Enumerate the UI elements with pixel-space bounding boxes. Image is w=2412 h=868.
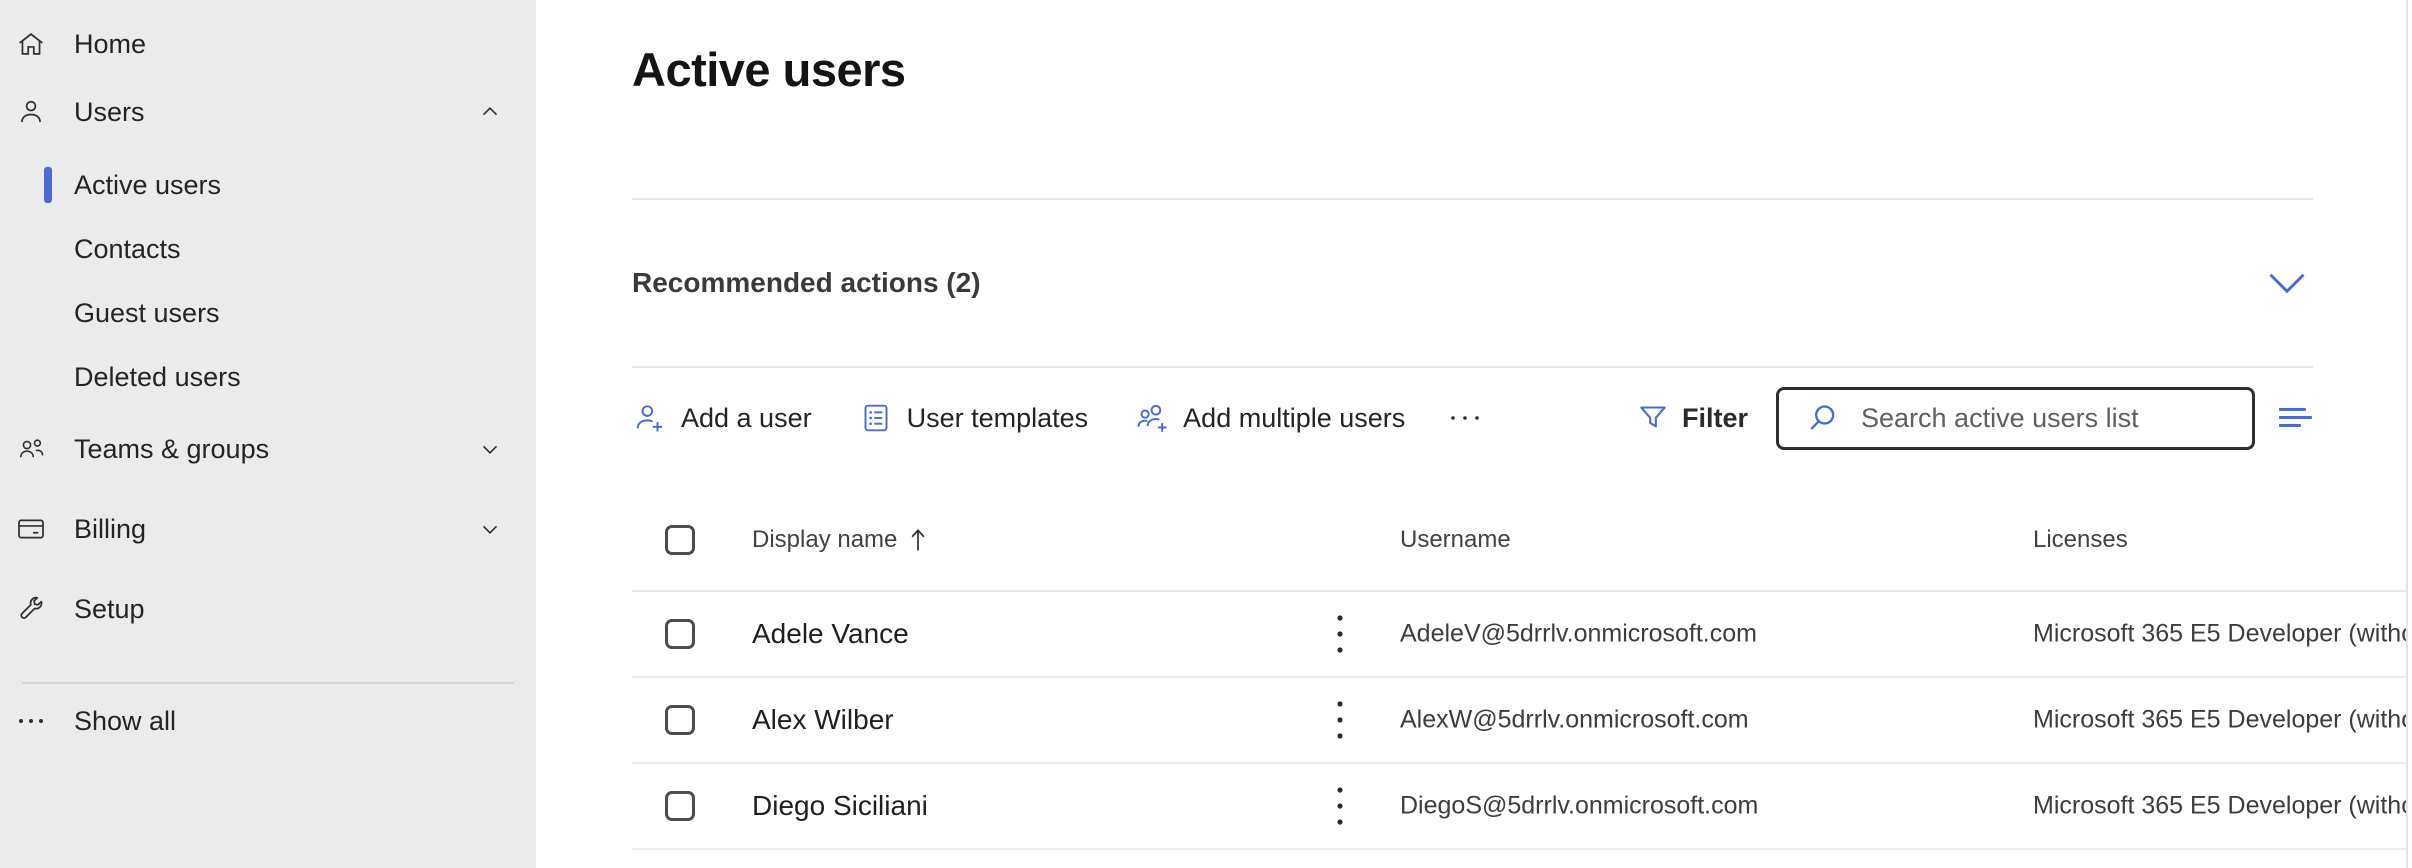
user-templates-icon bbox=[858, 400, 894, 436]
filter-search-group: Filter bbox=[1635, 387, 2313, 450]
chevron-up-icon bbox=[477, 99, 503, 125]
person-icon bbox=[15, 96, 47, 128]
sidebar-item-label: Users bbox=[74, 97, 145, 128]
row-checkbox[interactable] bbox=[665, 705, 695, 735]
sidebar-item-label: Show all bbox=[74, 706, 176, 737]
user-templates-button[interactable]: User templates bbox=[858, 400, 1089, 436]
row-more-kebab-icon[interactable] bbox=[1326, 778, 1354, 834]
sidebar-item-contacts[interactable]: Contacts bbox=[0, 217, 536, 281]
add-multiple-users-icon bbox=[1134, 400, 1170, 436]
column-header-label: Display name bbox=[752, 526, 897, 554]
sidebar-item-setup[interactable]: Setup bbox=[0, 577, 536, 641]
sort-lines-icon[interactable] bbox=[2279, 405, 2313, 431]
expand-chevron-down-icon[interactable] bbox=[2265, 266, 2309, 300]
sidebar-item-billing[interactable]: Billing bbox=[0, 497, 536, 561]
sidebar-item-teams-groups[interactable]: Teams & groups bbox=[0, 417, 536, 481]
credit-card-icon bbox=[15, 513, 47, 545]
table-row: Diego Siciliani DiegoS@5drrlv.onmicrosof… bbox=[632, 764, 2406, 850]
row-checkbox[interactable] bbox=[665, 619, 695, 649]
ellipsis-icon bbox=[15, 705, 47, 737]
selected-indicator bbox=[44, 167, 52, 203]
add-user-icon bbox=[632, 400, 668, 436]
search-input[interactable] bbox=[1776, 387, 2255, 450]
add-multiple-users-button[interactable]: Add multiple users bbox=[1134, 400, 1405, 436]
home-icon bbox=[15, 28, 47, 60]
toolbar-button-label: Add a user bbox=[681, 403, 812, 434]
scrollbar-track-edge bbox=[2406, 0, 2408, 868]
user-display-name[interactable]: Alex Wilber bbox=[752, 704, 894, 736]
sidebar: Home Users Active users Contacts bbox=[0, 0, 536, 868]
search-box bbox=[1776, 387, 2255, 450]
recommended-actions-section: Recommended actions (2) bbox=[632, 199, 2313, 366]
user-licenses: Microsoft 365 E5 Developer (withou bbox=[2033, 792, 2406, 821]
sidebar-item-active-users[interactable]: Active users bbox=[0, 153, 536, 217]
sidebar-item-label: Billing bbox=[74, 514, 146, 545]
user-display-name[interactable]: Adele Vance bbox=[752, 618, 909, 650]
user-username: AlexW@5drrlv.onmicrosoft.com bbox=[1400, 706, 1749, 735]
select-all-checkbox[interactable] bbox=[665, 525, 695, 555]
filter-label: Filter bbox=[1682, 403, 1748, 434]
sidebar-divider bbox=[22, 682, 514, 684]
user-username: AdeleV@5drrlv.onmicrosoft.com bbox=[1400, 620, 1757, 649]
sidebar-item-deleted-users[interactable]: Deleted users bbox=[0, 345, 536, 409]
column-header-display-name[interactable]: Display name bbox=[752, 526, 929, 554]
sidebar-item-label: Contacts bbox=[74, 234, 181, 265]
active-users-table: Display name Username Licenses Adele Van… bbox=[632, 490, 2406, 850]
column-header-username[interactable]: Username bbox=[1400, 526, 1511, 554]
chevron-down-icon bbox=[477, 516, 503, 542]
toolbar: Add a user User templates bbox=[632, 367, 2313, 469]
row-more-kebab-icon[interactable] bbox=[1326, 692, 1354, 748]
sidebar-item-users[interactable]: Users bbox=[0, 80, 536, 144]
sidebar-item-label: Teams & groups bbox=[74, 434, 269, 465]
add-a-user-button[interactable]: Add a user bbox=[632, 400, 812, 436]
row-checkbox[interactable] bbox=[665, 791, 695, 821]
more-ellipsis-icon bbox=[1445, 406, 1485, 430]
sidebar-item-guest-users[interactable]: Guest users bbox=[0, 281, 536, 345]
sidebar-item-label: Setup bbox=[74, 594, 145, 625]
user-licenses: Microsoft 365 E5 Developer (withou bbox=[2033, 706, 2406, 735]
chevron-down-icon bbox=[477, 436, 503, 462]
sidebar-item-label: Home bbox=[74, 29, 146, 60]
table-row: Alex Wilber AlexW@5drrlv.onmicrosoft.com… bbox=[632, 678, 2406, 764]
filter-funnel-icon bbox=[1635, 400, 1671, 436]
toolbar-button-label: Add multiple users bbox=[1183, 403, 1405, 434]
sort-ascending-arrow-icon bbox=[907, 527, 929, 553]
toolbar-button-label: User templates bbox=[907, 403, 1089, 434]
more-actions-button[interactable] bbox=[1445, 406, 1485, 430]
user-licenses: Microsoft 365 E5 Developer (withou bbox=[2033, 620, 2406, 649]
sidebar-item-label: Guest users bbox=[74, 298, 220, 329]
table-row: Adele Vance AdeleV@5drrlv.onmicrosoft.co… bbox=[632, 592, 2406, 678]
user-display-name[interactable]: Diego Siciliani bbox=[752, 790, 928, 822]
people-icon bbox=[15, 433, 47, 465]
table-header-row: Display name Username Licenses bbox=[632, 490, 2406, 592]
user-username: DiegoS@5drrlv.onmicrosoft.com bbox=[1400, 792, 1758, 821]
wrench-icon bbox=[15, 593, 47, 625]
m365-admin-active-users-page: Home Users Active users Contacts bbox=[0, 0, 2412, 868]
sidebar-item-home[interactable]: Home bbox=[0, 12, 536, 76]
row-more-kebab-icon[interactable] bbox=[1326, 606, 1354, 662]
column-header-licenses[interactable]: Licenses bbox=[2033, 526, 2128, 554]
main-content: Active users Recommended actions (2) bbox=[536, 0, 2412, 868]
sidebar-item-show-all[interactable]: Show all bbox=[0, 689, 536, 753]
page-title: Active users bbox=[632, 42, 906, 97]
filter-button[interactable]: Filter bbox=[1635, 400, 1748, 436]
recommended-actions-heading: Recommended actions (2) bbox=[632, 267, 981, 299]
sidebar-item-label: Active users bbox=[74, 170, 221, 201]
sidebar-item-label: Deleted users bbox=[74, 362, 241, 393]
